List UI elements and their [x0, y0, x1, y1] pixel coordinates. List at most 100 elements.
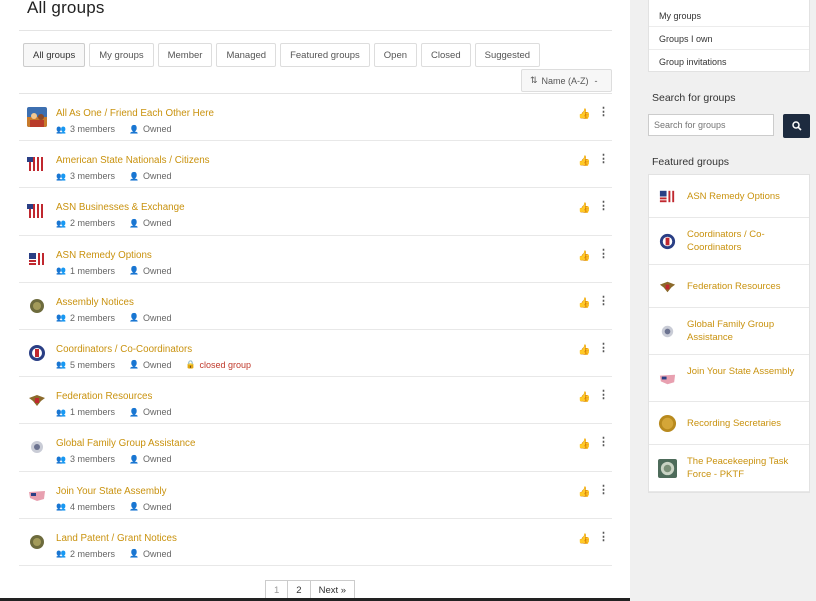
- group-avatar[interactable]: [27, 248, 47, 269]
- featured-groups-list: ASN Remedy Options Coordinators / Co-Coo…: [648, 174, 810, 493]
- members-count: 1 members: [69, 407, 115, 418]
- members-icon: 👥: [56, 454, 66, 464]
- more-options-icon[interactable]: ⋮: [598, 342, 609, 354]
- divider: [19, 30, 612, 31]
- members-icon: 👥: [56, 266, 66, 276]
- more-options-icon[interactable]: ⋮: [598, 390, 609, 401]
- group-name-link[interactable]: Land Patent / Grant Notices: [56, 533, 177, 544]
- like-icon[interactable]: 👍: [578, 534, 590, 545]
- lock-icon: 🔒: [185, 360, 196, 370]
- tab-member[interactable]: Member: [157, 43, 213, 67]
- search-icon: [791, 121, 802, 131]
- group-row: All As One / Friend Each Other Here 👥 3 …: [19, 94, 612, 142]
- like-icon[interactable]: 👍: [578, 156, 590, 167]
- role-label: Owned: [142, 124, 172, 134]
- like-icon[interactable]: 👍: [578, 439, 590, 450]
- group-name-link[interactable]: ASN Remedy Options: [56, 250, 152, 261]
- group-meta: 👥 2 members 👤 Owned: [56, 549, 171, 559]
- role-label: Owned: [142, 548, 172, 559]
- tab-suggested[interactable]: Suggested: [474, 43, 541, 67]
- like-icon[interactable]: 👍: [578, 251, 590, 262]
- group-avatar[interactable]: [658, 322, 677, 341]
- group-avatar[interactable]: [27, 390, 47, 411]
- group-row: Join Your State Assembly 👥 4 members 👤 O…: [19, 472, 612, 519]
- featured-group-item: Global Family Group Assistance: [649, 308, 809, 355]
- group-name-link[interactable]: Coordinators / Co-Coordinators: [56, 344, 192, 355]
- group-avatar[interactable]: [27, 107, 47, 127]
- tab-open[interactable]: Open: [373, 43, 418, 67]
- more-options-icon[interactable]: ⋮: [598, 484, 609, 496]
- group-avatar[interactable]: [658, 369, 677, 388]
- group-avatar[interactable]: [658, 414, 677, 433]
- owner-icon: 👤: [128, 266, 139, 276]
- featured-group-link[interactable]: Recording Secretaries: [687, 417, 805, 430]
- owner-icon: 👤: [128, 454, 139, 464]
- like-icon[interactable]: 👍: [578, 109, 590, 120]
- owner-icon: 👤: [128, 313, 139, 323]
- more-options-icon[interactable]: ⋮: [598, 531, 609, 543]
- featured-group-link[interactable]: Global Family Group Assistance: [687, 318, 805, 344]
- menu-group-invitations[interactable]: Group invitations: [659, 57, 727, 67]
- tab-managed[interactable]: Managed: [216, 43, 277, 67]
- group-avatar[interactable]: [27, 201, 47, 222]
- divider: [649, 26, 809, 27]
- group-avatar[interactable]: [27, 531, 47, 552]
- group-name-link[interactable]: Assembly Notices: [56, 297, 134, 308]
- like-icon[interactable]: 👍: [578, 298, 590, 309]
- sort-dropdown[interactable]: ⇅ Name (A-Z) -: [521, 69, 612, 92]
- group-avatar[interactable]: [658, 232, 677, 251]
- group-name-link[interactable]: Join Your State Assembly: [56, 486, 167, 497]
- members-count: 3 members: [69, 171, 115, 182]
- role-label: Owned: [142, 265, 172, 276]
- featured-group-link[interactable]: Join Your State Assembly: [687, 365, 805, 378]
- group-meta: 👥 1 members 👤 Owned: [56, 266, 171, 276]
- tab-featured-groups[interactable]: Featured groups: [280, 43, 370, 67]
- search-input[interactable]: [648, 114, 774, 136]
- group-meta: 👥 5 members 👤 Owned 🔒 closed group: [56, 360, 251, 370]
- group-avatar[interactable]: [27, 295, 47, 316]
- tab-all-groups[interactable]: All groups: [23, 43, 86, 67]
- more-options-icon[interactable]: ⋮: [598, 154, 609, 165]
- tab-my-groups[interactable]: My groups: [89, 43, 154, 67]
- more-options-icon[interactable]: ⋮: [598, 248, 609, 260]
- group-avatar[interactable]: [658, 187, 677, 206]
- featured-group-link[interactable]: Coordinators / Co-Coordinators: [687, 228, 805, 254]
- featured-group-link[interactable]: ASN Remedy Options: [687, 190, 805, 203]
- page-title: All groups: [27, 0, 105, 17]
- members-count: 3 members: [69, 454, 115, 465]
- owner-icon: 👤: [128, 549, 139, 559]
- more-options-icon[interactable]: ⋮: [598, 437, 609, 448]
- group-avatar[interactable]: [658, 277, 677, 296]
- more-options-icon[interactable]: ⋮: [598, 295, 609, 307]
- group-name-link[interactable]: Global Family Group Assistance: [56, 438, 195, 449]
- group-meta: 👥 2 members 👤 Owned: [56, 218, 171, 228]
- featured-group-item: ASN Remedy Options: [649, 175, 809, 218]
- menu-groups-i-own[interactable]: Groups I own: [659, 34, 713, 44]
- group-avatar[interactable]: [27, 484, 47, 505]
- group-name-link[interactable]: ASN Businesses & Exchange: [56, 202, 185, 213]
- group-name-link[interactable]: Federation Resources: [56, 391, 152, 402]
- group-name-link[interactable]: All As One / Friend Each Other Here: [56, 108, 214, 119]
- like-icon[interactable]: 👍: [578, 487, 590, 498]
- search-button[interactable]: [783, 114, 810, 138]
- owner-icon: 👤: [128, 218, 139, 228]
- search-heading: Search for groups: [652, 92, 736, 104]
- group-avatar[interactable]: [27, 437, 47, 458]
- group-name-link[interactable]: American State Nationals / Citizens: [56, 155, 210, 166]
- group-avatar[interactable]: [658, 459, 677, 478]
- members-icon: 👥: [56, 124, 66, 134]
- more-options-icon[interactable]: ⋮: [598, 201, 609, 212]
- featured-heading: Featured groups: [652, 156, 730, 168]
- more-options-icon[interactable]: ⋮: [598, 107, 609, 118]
- group-avatar[interactable]: [27, 342, 47, 363]
- featured-group-link[interactable]: Federation Resources: [687, 280, 805, 293]
- like-icon[interactable]: 👍: [578, 392, 590, 403]
- tab-closed[interactable]: Closed: [421, 43, 471, 67]
- like-icon[interactable]: 👍: [578, 203, 590, 214]
- group-avatar[interactable]: [27, 154, 47, 175]
- sort-caret: -: [594, 75, 598, 86]
- like-icon[interactable]: 👍: [578, 345, 590, 356]
- menu-my-groups[interactable]: My groups: [659, 11, 701, 21]
- featured-group-link[interactable]: The Peacekeeping Task Force - PKTF: [687, 455, 805, 481]
- role-label: Owned: [142, 171, 172, 182]
